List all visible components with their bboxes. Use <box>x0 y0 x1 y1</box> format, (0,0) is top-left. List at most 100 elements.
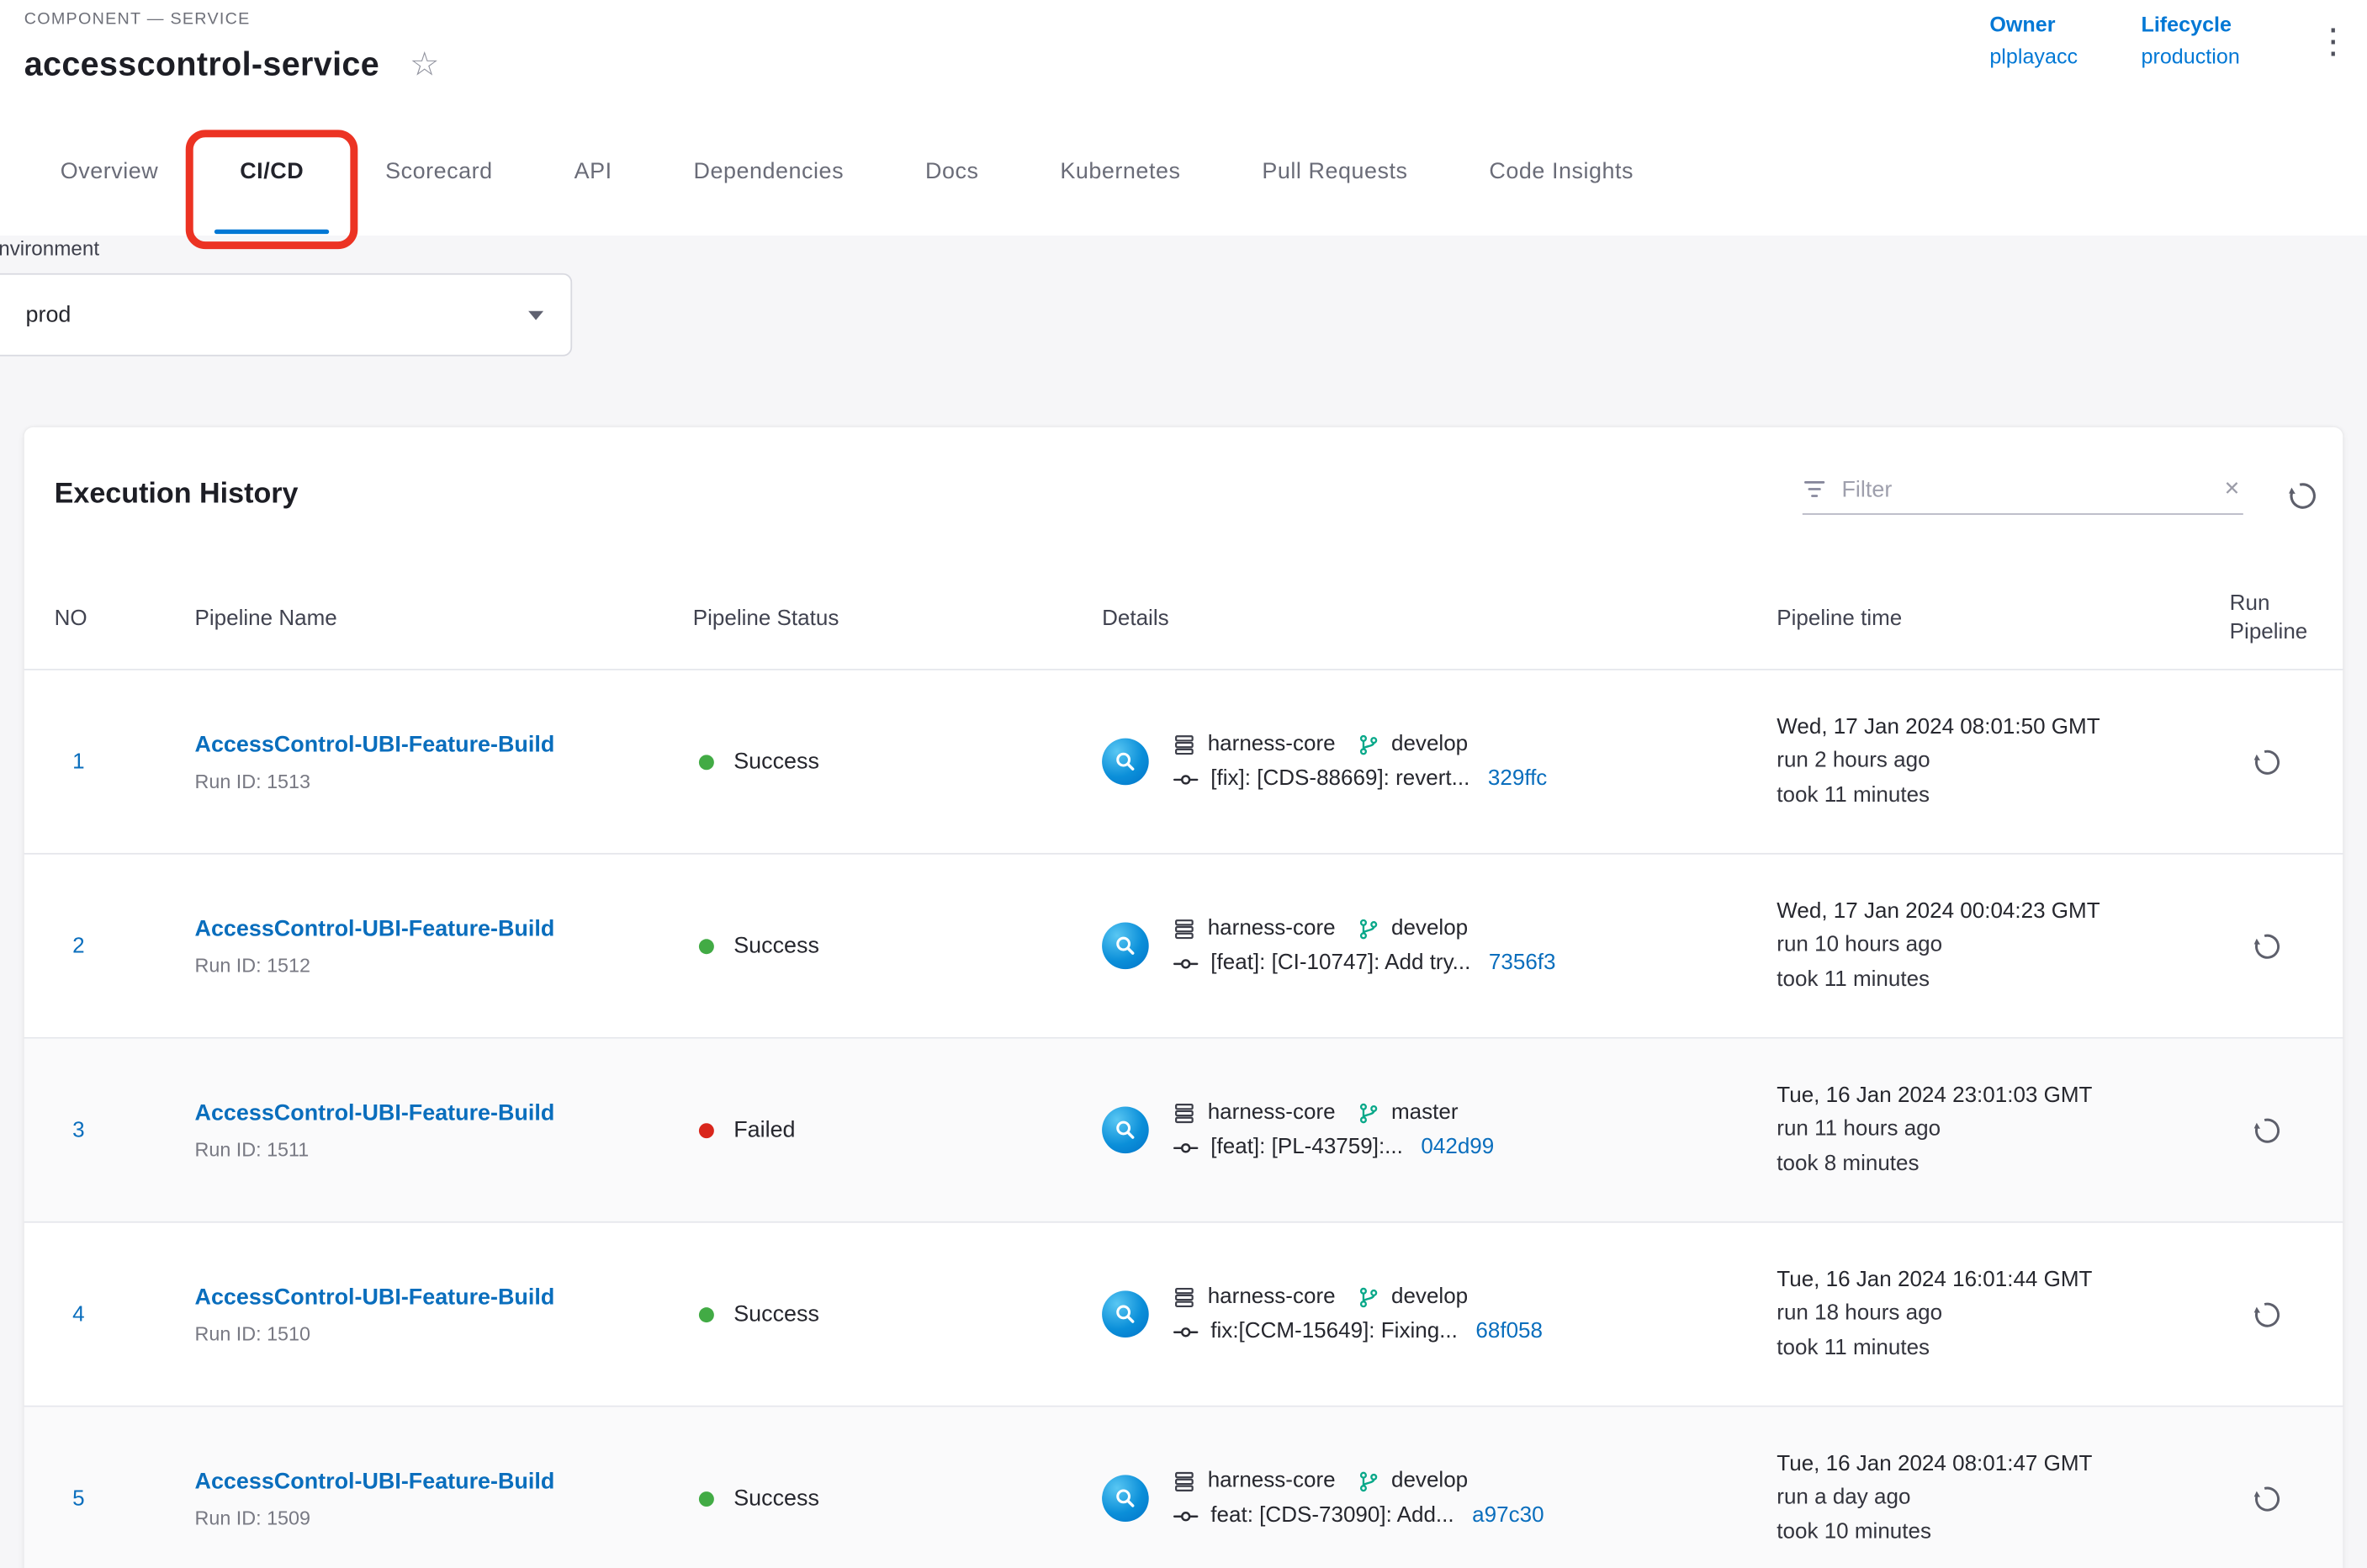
status-dot <box>699 1122 714 1137</box>
pipeline-time-cell: Wed, 17 Jan 2024 08:01:50 GMT run 2 hour… <box>1777 711 2202 813</box>
status-dot <box>699 1306 714 1322</box>
run-pipeline-button[interactable] <box>2245 1291 2290 1337</box>
run-pipeline-button[interactable] <box>2245 1107 2290 1152</box>
clear-filter-icon[interactable]: ✕ <box>2221 477 2243 501</box>
filter-input[interactable] <box>1841 476 2205 502</box>
pipeline-time-cell: Wed, 17 Jan 2024 00:04:23 GMT run 10 hou… <box>1777 895 2202 997</box>
pipeline-time-cell: Tue, 16 Jan 2024 08:01:47 GMT run a day … <box>1777 1448 2202 1549</box>
row-number: 5 <box>55 1486 195 1511</box>
status-text: Success <box>733 933 819 959</box>
commit-hash-link[interactable]: 329ffc <box>1488 767 1547 792</box>
owner-meta: Owner plplayacc <box>1989 12 2078 67</box>
environment-selected-value: prod <box>26 302 71 328</box>
time-duration: took 8 minutes <box>1777 1147 2202 1180</box>
tab-pull-requests[interactable]: Pull Requests <box>1221 106 1448 236</box>
run-pipeline-button[interactable] <box>2245 739 2290 784</box>
status-dot <box>699 1491 714 1506</box>
pipeline-name-cell: AccessControl-UBI-Feature-Build Run ID: … <box>195 1468 693 1528</box>
commit-hash-link[interactable]: 7356f3 <box>1489 951 1556 976</box>
branch-name: develop <box>1391 916 1468 940</box>
tab-code-insights[interactable]: Code Insights <box>1448 106 1675 236</box>
detail-lines: harness-core develop feat: [CDS-73090]: … <box>1173 1469 1544 1528</box>
repository-name: harness-core <box>1208 1285 1336 1309</box>
tab-scorecard[interactable]: Scorecard <box>345 106 533 236</box>
cicd-tab-highlight-annotation <box>186 130 358 249</box>
environment-select[interactable]: prod <box>0 273 572 357</box>
status-dot <box>699 938 714 953</box>
pipeline-status-cell: Failed <box>693 1117 1102 1143</box>
time-relative: run 2 hours ago <box>1777 744 2202 778</box>
tab-kubernetes[interactable]: Kubernetes <box>1019 106 1221 236</box>
pipeline-name-link[interactable]: AccessControl-UBI-Feature-Build <box>195 1468 555 1494</box>
owner-link[interactable]: plplayacc <box>1989 44 2078 68</box>
details-cell: harness-core develop [feat]: [CI-10747]:… <box>1102 916 1777 975</box>
pipeline-name-link[interactable]: AccessControl-UBI-Feature-Build <box>195 915 555 941</box>
table-row: 5 AccessControl-UBI-Feature-Build Run ID… <box>24 1407 2343 1568</box>
table-row: 1 AccessControl-UBI-Feature-Build Run ID… <box>24 670 2343 855</box>
table-header-row: NO Pipeline Name Pipeline Status Details… <box>24 518 2343 670</box>
git-branch-icon <box>1357 733 1379 755</box>
commit-hash-link[interactable]: 042d99 <box>1421 1136 1494 1160</box>
column-header-run-pipeline: Run Pipeline <box>2202 591 2318 648</box>
table-row: 4 AccessControl-UBI-Feature-Build Run ID… <box>24 1223 2343 1407</box>
column-header-pipeline-status: Pipeline Status <box>693 605 1102 633</box>
detail-lines: harness-core develop fix:[CCM-15649]: Fi… <box>1173 1285 1543 1343</box>
commit-message: [feat]: [PL-43759]:... <box>1210 1136 1403 1160</box>
pipeline-name-cell: AccessControl-UBI-Feature-Build Run ID: … <box>195 1284 693 1344</box>
time-relative: run 11 hours ago <box>1777 1113 2202 1147</box>
pipeline-execution-icon <box>1102 1290 1149 1338</box>
filter-box: ✕ <box>1803 476 2243 514</box>
tab-docs[interactable]: Docs <box>885 106 1019 236</box>
row-number: 4 <box>55 1302 195 1327</box>
pipeline-status-cell: Success <box>693 1486 1102 1512</box>
pipeline-name-cell: AccessControl-UBI-Feature-Build Run ID: … <box>195 732 693 792</box>
section-title: Execution History <box>55 479 299 511</box>
status-text: Success <box>733 1301 819 1327</box>
pipeline-time-cell: Tue, 16 Jan 2024 16:01:44 GMT run 18 hou… <box>1777 1263 2202 1365</box>
pipeline-status-cell: Success <box>693 1301 1102 1327</box>
tab-overview[interactable]: Overview <box>19 106 199 236</box>
time-relative: run a day ago <box>1777 1481 2202 1515</box>
lifecycle-meta: Lifecycle production <box>2141 12 2239 67</box>
time-absolute: Tue, 16 Jan 2024 23:01:03 GMT <box>1777 1079 2202 1113</box>
git-branch-icon <box>1357 1101 1379 1124</box>
pipeline-name-cell: AccessControl-UBI-Feature-Build Run ID: … <box>195 1099 693 1160</box>
lifecycle-label: Lifecycle <box>2141 12 2239 36</box>
detail-lines: harness-core master [feat]: [PL-43759]:.… <box>1173 1100 1494 1159</box>
run-pipeline-button[interactable] <box>2245 1475 2290 1521</box>
tab-api[interactable]: API <box>533 106 653 236</box>
time-duration: took 11 minutes <box>1777 1331 2202 1364</box>
status-text: Failed <box>733 1117 795 1143</box>
pipeline-name-link[interactable]: AccessControl-UBI-Feature-Build <box>195 732 555 758</box>
commit-hash-link[interactable]: 68f058 <box>1475 1320 1543 1344</box>
time-duration: took 11 minutes <box>1777 963 2202 997</box>
table-row: 2 AccessControl-UBI-Feature-Build Run ID… <box>24 855 2343 1039</box>
branch-name: master <box>1391 1100 1459 1125</box>
refresh-icon[interactable] <box>2280 473 2325 518</box>
repository-name: harness-core <box>1208 1100 1336 1125</box>
commit-hash-link[interactable]: a97c30 <box>1472 1503 1544 1528</box>
tab-dependencies[interactable]: Dependencies <box>653 106 885 236</box>
pipeline-name-link[interactable]: AccessControl-UBI-Feature-Build <box>195 1099 555 1126</box>
kebab-menu-icon[interactable]: ⋮ <box>2316 24 2350 59</box>
favorite-star-icon[interactable]: ☆ <box>410 48 439 81</box>
row-number: 2 <box>55 934 195 958</box>
git-branch-icon <box>1357 1470 1379 1492</box>
lifecycle-link[interactable]: production <box>2141 44 2239 68</box>
tab-docs-label: Docs <box>925 158 978 184</box>
pipeline-name-link[interactable]: AccessControl-UBI-Feature-Build <box>195 1284 555 1310</box>
tab-code-insights-label: Code Insights <box>1489 158 1634 184</box>
git-commit-icon <box>1173 955 1199 972</box>
tab-cicd[interactable]: CI/CD <box>199 106 345 236</box>
pipeline-status-cell: Success <box>693 749 1102 775</box>
time-absolute: Wed, 17 Jan 2024 08:01:50 GMT <box>1777 711 2202 744</box>
branch-name: develop <box>1391 732 1468 756</box>
run-pipeline-button[interactable] <box>2245 923 2290 968</box>
git-commit-icon <box>1173 1507 1199 1524</box>
repository-icon <box>1173 1285 1195 1308</box>
repository-icon <box>1173 1470 1195 1492</box>
pipeline-execution-icon <box>1102 923 1149 970</box>
git-commit-icon <box>1173 771 1199 787</box>
git-branch-icon <box>1357 917 1379 940</box>
tab-api-label: API <box>575 158 612 184</box>
